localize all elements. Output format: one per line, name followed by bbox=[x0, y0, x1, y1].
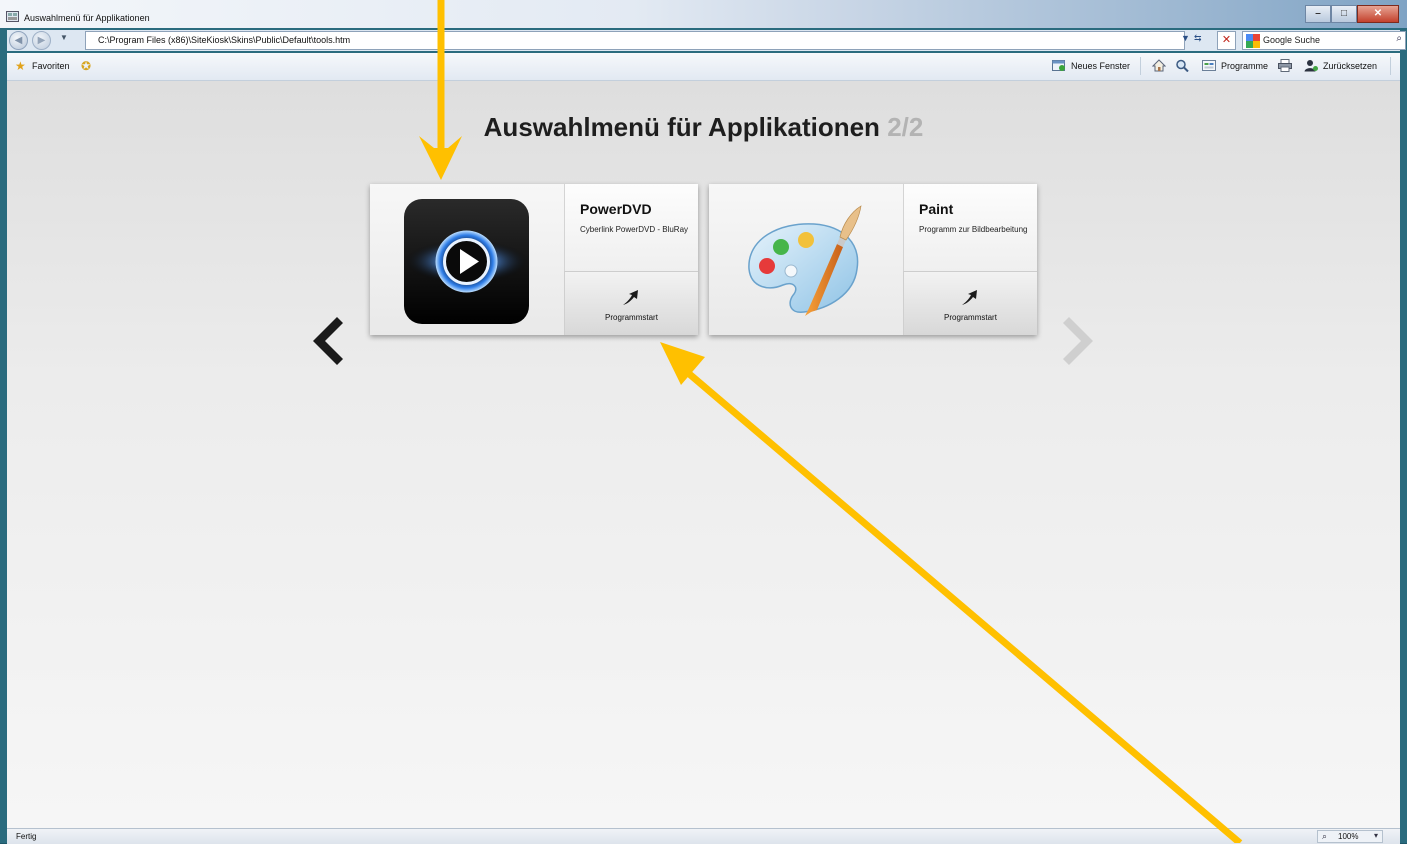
sitekiosk-icon bbox=[6, 11, 19, 22]
next-page-arrow-icon[interactable] bbox=[1059, 313, 1103, 369]
minimize-icon: – bbox=[1315, 8, 1321, 19]
add-favorite-icon[interactable]: ✪ bbox=[81, 59, 91, 73]
app-card-paint: Paint Programm zur Bildbearbeitung Progr… bbox=[709, 184, 1037, 335]
window-controls: – □ ✕ bbox=[1305, 5, 1399, 23]
programs-button[interactable]: Programme bbox=[1221, 61, 1268, 71]
arrow-right-icon: ▶ bbox=[37, 35, 46, 46]
app-image[interactable] bbox=[709, 184, 903, 335]
program-start-button[interactable]: Programmstart bbox=[903, 271, 1037, 335]
forward-button[interactable]: ▶ bbox=[32, 31, 51, 50]
close-button[interactable]: ✕ bbox=[1357, 5, 1399, 23]
minimize-button[interactable]: – bbox=[1305, 5, 1331, 23]
page-heading: Auswahlmenü für Applikationen bbox=[483, 112, 880, 142]
print-icon[interactable] bbox=[1278, 59, 1292, 72]
stop-icon: ✕ bbox=[1221, 34, 1232, 46]
arrow-left-icon: ◀ bbox=[14, 35, 23, 46]
paint-palette-icon bbox=[748, 205, 862, 316]
zoom-dropdown-icon[interactable]: ▾ bbox=[1374, 831, 1378, 840]
page-content: Auswahlmenü für Applikationen 2/2 PowerD… bbox=[7, 81, 1400, 828]
programs-icon bbox=[1202, 60, 1216, 71]
back-button[interactable]: ◀ bbox=[9, 31, 28, 50]
reset-button[interactable]: Zurücksetzen bbox=[1323, 61, 1377, 71]
app-description: Programm zur Bildbearbeitung bbox=[919, 225, 1028, 234]
page-title: Auswahlmenü für Applikationen 2/2 bbox=[7, 112, 1400, 143]
program-start-label: Programmstart bbox=[944, 313, 997, 322]
zoom-level: 100% bbox=[1338, 832, 1359, 841]
favorites-bar: ★ Favoriten ✪ Neues Fenster Programme Zu… bbox=[7, 53, 1400, 81]
app-info: Paint Programm zur Bildbearbeitung bbox=[903, 184, 1037, 271]
maximize-button[interactable]: □ bbox=[1331, 5, 1357, 23]
toolbar-separator bbox=[1140, 57, 1141, 75]
search-box[interactable]: Google Suche ⌕ bbox=[1242, 31, 1406, 50]
app-image[interactable] bbox=[370, 184, 564, 335]
previous-page-arrow-icon[interactable] bbox=[303, 313, 347, 369]
launch-arrow-icon bbox=[962, 290, 977, 305]
address-bar: ◀ ▶ ▼ C:\Program Files (x86)\SiteKiosk\S… bbox=[7, 30, 1406, 51]
app-description: Cyberlink PowerDVD - BluRay bbox=[580, 225, 689, 234]
program-start-button[interactable]: Programmstart bbox=[564, 271, 698, 335]
refresh-icon[interactable]: ⇆ bbox=[1194, 33, 1202, 44]
browser-window: Auswahlmenü für Applikationen – □ ✕ ◀ ▶ … bbox=[0, 0, 1407, 844]
url-dropdown-icon[interactable]: ▼ bbox=[1181, 33, 1190, 43]
zoom-control[interactable]: ⌕ 100% ▾ bbox=[1317, 830, 1383, 843]
zoom-icon: ⌕ bbox=[1322, 831, 1328, 841]
google-logo-icon bbox=[1246, 34, 1260, 48]
search-icon[interactable]: ⌕ bbox=[1396, 33, 1402, 44]
close-icon: ✕ bbox=[1373, 8, 1383, 19]
stop-button[interactable]: ✕ bbox=[1217, 31, 1236, 50]
program-start-label: Programmstart bbox=[605, 313, 658, 322]
toolbar-separator bbox=[1390, 57, 1391, 75]
search-input[interactable]: Google Suche bbox=[1263, 32, 1320, 49]
app-name: PowerDVD bbox=[580, 201, 652, 217]
app-info: PowerDVD Cyberlink PowerDVD - BluRay bbox=[564, 184, 698, 271]
page-indicator: 2/2 bbox=[887, 112, 924, 142]
status-bar: Fertig ⌕ 100% ▾ bbox=[7, 828, 1400, 844]
url-field[interactable]: C:\Program Files (x86)\SiteKiosk\Skins\P… bbox=[85, 31, 1185, 50]
powerdvd-icon bbox=[404, 199, 529, 324]
new-window-icon bbox=[1052, 60, 1065, 71]
launch-arrow-icon bbox=[623, 290, 638, 305]
favorites-button[interactable]: Favoriten bbox=[32, 61, 70, 71]
history-dropdown-icon[interactable]: ▼ bbox=[60, 33, 68, 42]
app-card-powerdvd: PowerDVD Cyberlink PowerDVD - BluRay Pro… bbox=[370, 184, 698, 335]
user-reset-icon bbox=[1304, 60, 1318, 72]
favorites-star-icon[interactable]: ★ bbox=[15, 59, 26, 73]
new-window-button[interactable]: Neues Fenster bbox=[1071, 61, 1130, 71]
maximize-icon: □ bbox=[1340, 8, 1348, 19]
title-bar: Auswahlmenü für Applikationen – □ ✕ bbox=[0, 0, 1407, 28]
window-title: Auswahlmenü für Applikationen bbox=[24, 13, 150, 23]
home-icon[interactable] bbox=[1152, 59, 1166, 72]
app-name: Paint bbox=[919, 201, 954, 217]
search-page-icon[interactable] bbox=[1175, 59, 1189, 72]
status-text: Fertig bbox=[16, 832, 37, 841]
